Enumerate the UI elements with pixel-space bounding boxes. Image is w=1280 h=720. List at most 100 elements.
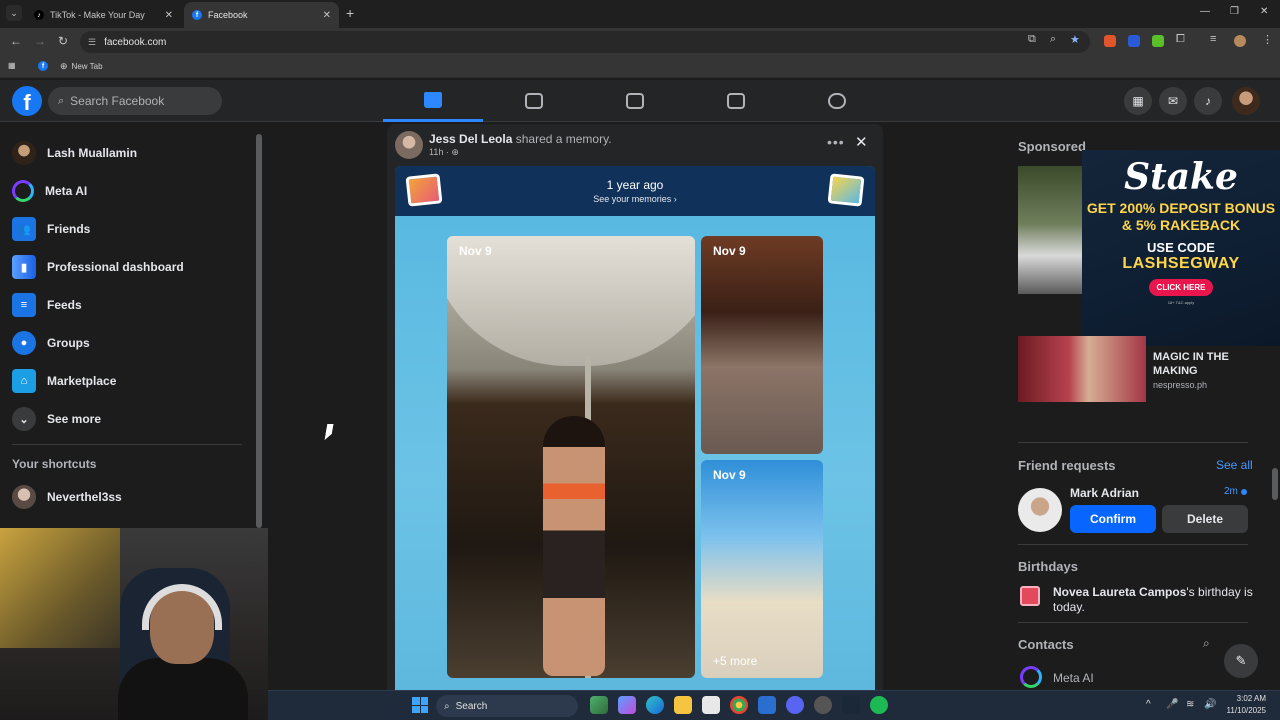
menu-grid-icon[interactable]: ▦ xyxy=(1124,87,1152,115)
memory-photo-bottom-right[interactable]: Nov 9 +5 more xyxy=(701,460,823,678)
close-tab-icon[interactable]: ✕ xyxy=(165,10,173,21)
stake-use-code: USE CODE xyxy=(1147,240,1215,255)
edge-icon[interactable] xyxy=(646,696,664,714)
taskbar-clock[interactable]: 3:02 AM 11/10/2025 xyxy=(1222,693,1266,717)
address-bar[interactable]: ☰ facebook.com xyxy=(80,31,1090,53)
file-explorer-icon[interactable] xyxy=(674,696,692,714)
messenger-icon[interactable]: ✉ xyxy=(1159,87,1187,115)
tab-video[interactable] xyxy=(585,80,685,122)
store-icon[interactable] xyxy=(702,696,720,714)
spotify-icon[interactable] xyxy=(870,696,888,714)
meta-ai-icon[interactable] xyxy=(1020,666,1042,688)
ad-nespresso-image[interactable] xyxy=(1018,336,1146,402)
bookmark-star-icon[interactable]: ★ xyxy=(1070,33,1080,46)
post-author-name[interactable]: Jess Del Leola xyxy=(429,132,512,146)
see-memories-link[interactable]: See your memories › xyxy=(395,194,875,204)
friend-request-avatar[interactable] xyxy=(1018,488,1062,532)
sidebar-item-see-more[interactable]: ⌄ See more xyxy=(12,402,101,436)
ad-nespresso-title[interactable]: MAGIC IN THE MAKING xyxy=(1153,350,1253,378)
memory-photo-main[interactable]: Nov 9 xyxy=(447,236,695,678)
notifications-bell-icon[interactable]: ♪ xyxy=(1194,87,1222,115)
profile-avatar[interactable] xyxy=(1234,35,1246,47)
chrome-icon[interactable] xyxy=(730,696,748,714)
microphone-icon[interactable]: 🎤 xyxy=(1166,699,1178,710)
stake-logo: Stake xyxy=(1124,156,1238,198)
back-icon[interactable]: ← xyxy=(10,34,22,48)
obs-icon[interactable] xyxy=(814,696,832,714)
contact-meta-ai[interactable]: Meta AI xyxy=(1053,671,1094,685)
tab-marketplace[interactable] xyxy=(686,80,786,122)
memory-photo-top-right[interactable]: Nov 9 xyxy=(701,236,823,454)
video-icon xyxy=(626,93,644,109)
see-all-link[interactable]: See all xyxy=(1216,458,1253,472)
sidebar-item-professional-dashboard[interactable]: ▮ Professional dashboard xyxy=(12,250,184,284)
bookmark-new-tab[interactable]: ⊕ New Tab xyxy=(60,61,103,72)
forward-icon[interactable]: → xyxy=(34,34,46,48)
discord-icon[interactable] xyxy=(786,696,804,714)
extension-shield-icon[interactable] xyxy=(1128,35,1140,47)
scrollbar-thumb[interactable] xyxy=(256,134,262,528)
site-info-icon[interactable]: ☰ xyxy=(88,37,96,48)
steam-icon[interactable] xyxy=(842,696,860,714)
tab-home[interactable] xyxy=(383,80,483,122)
zoom-icon[interactable]: ⌕ xyxy=(1050,33,1056,46)
new-tab-button[interactable]: + xyxy=(346,5,354,21)
sidebar-item-meta-ai[interactable]: Meta AI xyxy=(12,174,87,208)
sidebar-item-friends[interactable]: 👥 Friends xyxy=(12,212,90,246)
right-scrollbar[interactable] xyxy=(1272,124,1278,690)
post-author-avatar[interactable] xyxy=(395,131,423,159)
shortcut-item[interactable]: Neverthel3ss xyxy=(12,480,122,514)
search-icon[interactable]: ⌕ xyxy=(1203,636,1210,651)
windows-start-icon[interactable] xyxy=(412,697,428,713)
apps-grid-icon[interactable]: ▦ xyxy=(8,61,16,70)
install-app-icon[interactable]: ⧉ xyxy=(1028,33,1036,46)
tab-search-icon[interactable]: ⌄ xyxy=(6,5,22,21)
copilot-icon[interactable] xyxy=(618,696,636,714)
extension-leaf-icon[interactable] xyxy=(1152,35,1164,47)
search-input[interactable]: ⌕ Search Facebook xyxy=(48,87,222,115)
close-window-icon[interactable]: ✕ xyxy=(1260,6,1268,17)
confirm-button[interactable]: Confirm xyxy=(1070,505,1156,533)
account-avatar[interactable] xyxy=(1232,87,1260,115)
close-icon[interactable]: ✕ xyxy=(855,133,868,151)
menu-dots-icon[interactable]: ⋮ xyxy=(1262,33,1273,46)
tab-list-icon[interactable]: ≡ xyxy=(1210,33,1216,45)
bookmark-facebook[interactable]: f xyxy=(38,61,52,71)
sidebar-scrollbar[interactable] xyxy=(256,124,262,528)
ad-car-image[interactable] xyxy=(1018,166,1084,294)
scrollbar-thumb[interactable] xyxy=(1272,468,1278,500)
sidebar-item-profile[interactable]: Lash Muallamin xyxy=(12,136,137,170)
more-photos-count: +5 more xyxy=(713,654,758,668)
volume-icon[interactable]: 🔊 xyxy=(1204,699,1216,710)
wifi-icon[interactable]: ≋ xyxy=(1186,699,1194,710)
taskbar-search[interactable]: ⌕ Search xyxy=(436,695,578,717)
birthday-text[interactable]: Novea Laureta Campos's birthday is today… xyxy=(1053,585,1253,615)
tab-dashboard[interactable] xyxy=(484,80,584,122)
stake-ad-banner[interactable]: Stake GET 200% DEPOSIT BONUS & 5% RAKEBA… xyxy=(1082,150,1280,346)
new-message-icon[interactable]: ✎ xyxy=(1224,644,1258,678)
facebook-header: f ⌕ Search Facebook ▦ ✉ ♪ xyxy=(0,80,1280,122)
post-author-line: Jess Del Leola shared a memory. xyxy=(429,132,612,146)
extensions-puzzle-icon[interactable]: ⧠ xyxy=(1176,33,1185,46)
sidebar-item-groups[interactable]: ● Groups xyxy=(12,326,90,360)
sidebar-item-feeds[interactable]: ≡ Feeds xyxy=(12,288,82,322)
tab-gaming[interactable] xyxy=(787,80,887,122)
taskbar-app-icon[interactable] xyxy=(590,696,608,714)
post-timestamp[interactable]: 11h · ⊕ xyxy=(429,147,459,158)
delete-button[interactable]: Delete xyxy=(1162,505,1248,533)
shortcuts-heading: Your shortcuts xyxy=(12,457,97,471)
more-options-icon[interactable]: ••• xyxy=(827,134,845,150)
minimize-icon[interactable]: — xyxy=(1200,6,1210,17)
mail-icon[interactable] xyxy=(758,696,776,714)
sidebar-item-marketplace[interactable]: ⌂ Marketplace xyxy=(12,364,116,398)
restore-icon[interactable]: ❐ xyxy=(1230,6,1239,17)
extension-fox-icon[interactable] xyxy=(1104,35,1116,47)
close-tab-icon[interactable]: ✕ xyxy=(323,10,331,21)
tab-facebook[interactable]: f Facebook ✕ xyxy=(184,2,339,28)
click-here-button[interactable]: CLICK HERE xyxy=(1148,279,1214,296)
facebook-logo[interactable]: f xyxy=(12,86,42,116)
reload-icon[interactable]: ↻ xyxy=(58,34,68,48)
friend-request-name[interactable]: Mark Adrian xyxy=(1070,486,1139,500)
tab-tiktok[interactable]: ♪ TikTok - Make Your Day ✕ xyxy=(26,2,181,28)
chevron-up-icon[interactable]: ^ xyxy=(1146,699,1151,710)
